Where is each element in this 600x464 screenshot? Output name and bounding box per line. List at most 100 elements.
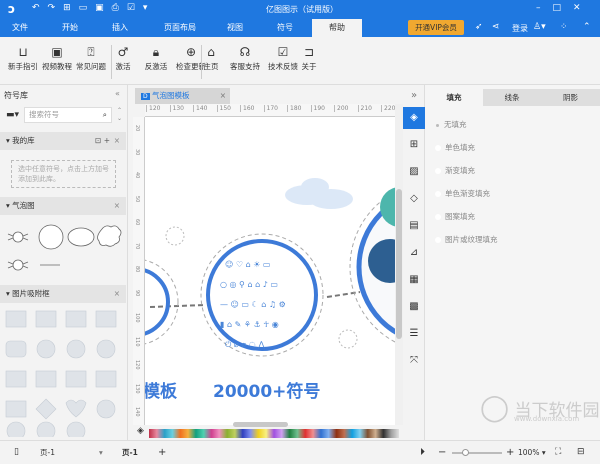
puzzle-icon[interactable]: ▩: [403, 296, 425, 318]
bubble-shapes[interactable]: [4, 217, 126, 277]
table-icon[interactable]: ▦: [403, 269, 425, 291]
chevron-down-icon: ▾: [98, 448, 103, 457]
section-bubble[interactable]: ▾ 气泡图 ×: [0, 197, 126, 215]
fill-icon[interactable]: ◈: [403, 107, 425, 129]
ruler-tick-label: 130: [134, 383, 140, 394]
radio[interactable]: [435, 214, 441, 220]
network-icon[interactable]: ⤧: [403, 350, 425, 372]
search-icon[interactable]: ⌕: [103, 108, 107, 122]
tab-file[interactable]: 文件: [5, 19, 35, 37]
close-tab-icon[interactable]: ×: [220, 88, 226, 104]
option-solid-fill[interactable]: 单色填充: [435, 142, 475, 153]
home-button[interactable]: ⌂ 主页: [195, 43, 227, 72]
picture-frame-shapes[interactable]: [4, 307, 124, 437]
radio[interactable]: [435, 168, 441, 174]
page-select[interactable]: 页-1 ▾: [40, 441, 103, 464]
apps-icon[interactable]: ⁘: [560, 22, 568, 32]
zoom-out-icon[interactable]: −: [438, 441, 446, 464]
tab-view[interactable]: 视图: [220, 19, 250, 37]
tab-symbol[interactable]: 符号: [270, 19, 300, 37]
close-icon[interactable]: ×: [114, 197, 120, 215]
document-tab[interactable]: D 气泡图模板 ×: [135, 88, 230, 104]
page-icon[interactable]: ▤: [403, 215, 425, 237]
share-icon[interactable]: ⋖: [492, 22, 500, 32]
about-button[interactable]: ⊐ 关于: [296, 43, 322, 72]
drawing-canvas[interactable]: ☺ ♡ ⌂ ☀ ▭ ○ ◎ ⚲ ⌂ ⌂ ♪ ▭ — ☺ ▭ ☾ ⌂ ♫ ⚙ ▮ ⌂ ✎…: [145, 117, 395, 425]
tab-start[interactable]: 开始: [55, 19, 85, 37]
zoom-slider-handle[interactable]: [462, 449, 469, 456]
section-my-library[interactable]: ▾ 我的库 ⊡ + ×: [0, 132, 126, 150]
add-icon[interactable]: ⊡ +: [95, 132, 110, 150]
vertical-scrollbar[interactable]: [395, 104, 403, 425]
horizontal-scroll-thumb[interactable]: [233, 422, 288, 427]
page-tab[interactable]: 页-1: [122, 441, 138, 464]
collapse-panel-icon[interactable]: «: [115, 89, 120, 98]
symbol-library-panel: 符号库 « ▬▾ 搜索符号 ⌕ ⌃ ⌄ ▾ 我的库 ⊡ + × 选中任意符号，点击上方加…: [0, 85, 128, 440]
page-view-icon[interactable]: ▯: [14, 441, 19, 464]
ruler-tick-label: 70: [134, 242, 140, 249]
zoom-in-icon[interactable]: +: [506, 441, 514, 464]
radio-selected[interactable]: [436, 123, 439, 127]
close-icon[interactable]: ×: [114, 285, 120, 303]
status-bar: ▯ 页-1 ▾ 页-1 + ⏵ − + 100% ▾ ⛶ ⊟: [0, 440, 600, 463]
layers-icon[interactable]: ◇: [403, 188, 425, 210]
fullscreen-icon[interactable]: ⛶: [555, 441, 561, 464]
option-pattern-fill[interactable]: 图案填充: [435, 211, 475, 222]
my-library-hint: 选中任意符号，点击上方加号添加到此库。: [11, 160, 116, 188]
support-button[interactable]: ☊ 客服支持: [224, 43, 266, 72]
cloud-shape: [285, 178, 353, 209]
tab-line[interactable]: 线条: [483, 89, 541, 106]
tab-page-layout[interactable]: 页面布局: [155, 19, 205, 37]
close-icon[interactable]: ×: [114, 132, 120, 150]
svg-text:— ☺ ▭ ☾ ⌂ ♫ ⚙: — ☺ ▭ ☾ ⌂ ♫ ⚙: [220, 300, 286, 309]
zoom-slider[interactable]: [452, 449, 502, 456]
fit-page-icon[interactable]: ⊟: [577, 441, 585, 464]
ruler-tick-label: 80: [134, 266, 140, 273]
ruler-tick-label: 30: [134, 148, 140, 155]
add-page-icon[interactable]: +: [158, 441, 166, 464]
theme-icon[interactable]: ♙▾: [533, 22, 546, 32]
zoom-level[interactable]: 100% ▾: [518, 441, 546, 464]
play-icon[interactable]: ⏵: [420, 441, 425, 464]
option-gradient-fill[interactable]: 渐变填充: [435, 165, 475, 176]
tab-shadow[interactable]: 阴影: [541, 89, 600, 106]
outline-icon[interactable]: ☰: [403, 323, 425, 345]
chart-icon[interactable]: ⊿: [403, 242, 425, 264]
quick-access-toolbar[interactable]: ↶↷⊞▭▣⎙☑▾: [32, 3, 155, 13]
color-swatches[interactable]: [149, 429, 399, 438]
option-mono-gradient-fill[interactable]: 单色渐变填充: [435, 188, 490, 199]
ruler-tick-label: 100: [134, 313, 140, 323]
tab-fill[interactable]: 填充: [425, 89, 483, 106]
color-palette[interactable]: ◈: [133, 422, 403, 440]
fill-bucket-icon[interactable]: ◈: [137, 426, 144, 436]
option-texture-fill[interactable]: 图片或纹理填充: [435, 234, 498, 245]
ruler-tick-label: 140: [193, 105, 207, 112]
window-controls[interactable]: –□✕: [536, 3, 593, 13]
ruler-tick-label: 110: [134, 336, 140, 347]
expand-panel-icon[interactable]: »: [403, 85, 425, 107]
option-no-fill[interactable]: 无填充: [435, 119, 467, 130]
tab-help[interactable]: 帮助: [312, 19, 362, 37]
home-icon: ⌂: [207, 45, 215, 59]
image-icon[interactable]: ▨: [403, 161, 425, 183]
radio[interactable]: [435, 191, 441, 197]
ruler-tick-label: 40: [134, 172, 140, 179]
send-icon[interactable]: ➶: [475, 22, 483, 32]
ruler-tick-label: 160: [240, 105, 254, 112]
radio[interactable]: [435, 145, 441, 151]
scroll-thumb[interactable]: [396, 189, 402, 339]
ruler-tick-label: 170: [263, 105, 278, 112]
document-icon: D: [141, 93, 150, 100]
tab-insert[interactable]: 插入: [105, 19, 135, 37]
collapse-ribbon-icon[interactable]: ⌃: [583, 22, 591, 32]
library-icon[interactable]: ▬▾: [6, 110, 19, 120]
symbol-search-input[interactable]: 搜索符号 ⌕: [24, 107, 112, 123]
vip-button[interactable]: 开通VIP会员: [408, 20, 464, 35]
grid-icon[interactable]: ⊞: [403, 134, 425, 156]
radio[interactable]: [435, 237, 441, 243]
login-link[interactable]: 登录: [512, 23, 528, 34]
app-logo-icon: ↄ: [8, 2, 16, 16]
scroll-arrows-icon[interactable]: ⌃ ⌄: [117, 107, 122, 123]
panel-title: 符号库: [4, 91, 28, 100]
section-picture-frame[interactable]: ▾ 图片吸附框 ×: [0, 285, 126, 303]
